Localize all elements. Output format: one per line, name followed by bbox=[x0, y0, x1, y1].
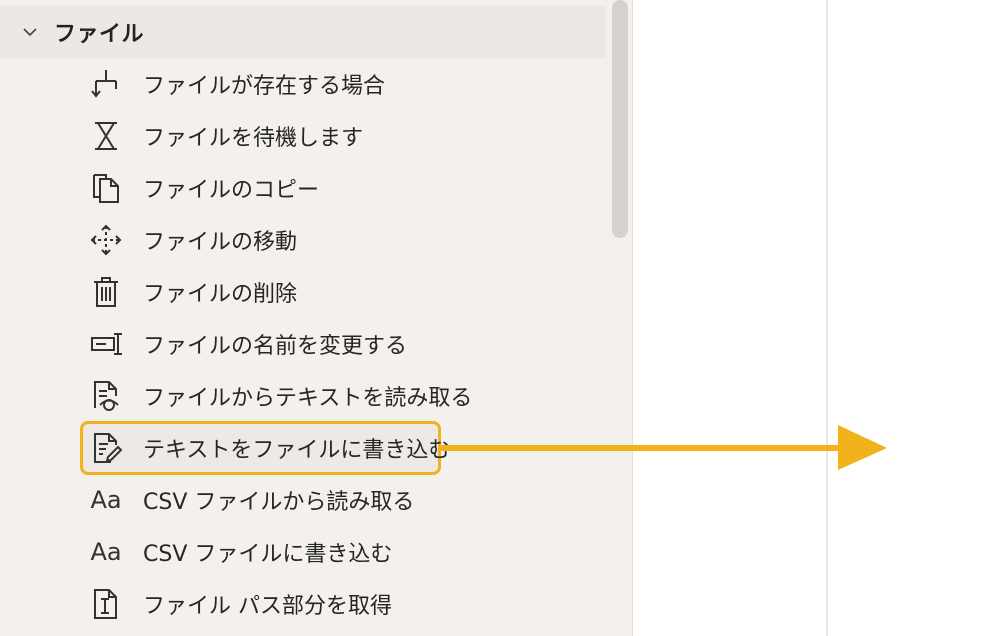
action-label: ファイルが存在する場合 bbox=[143, 74, 386, 99]
actions-panel: ファイル ファイルが存在する場合 ファイルを待機します ファイルのコピー ファイ… bbox=[0, 0, 633, 636]
trash-icon bbox=[86, 272, 126, 312]
copy-icon bbox=[86, 168, 126, 208]
scrollbar-thumb[interactable] bbox=[612, 0, 628, 238]
action-item-rename-file[interactable]: ファイルの名前を変更する bbox=[86, 321, 407, 367]
action-label: CSV ファイルに書き込む bbox=[143, 542, 393, 567]
action-item-read-text[interactable]: ファイルからテキストを読み取る bbox=[86, 373, 472, 419]
action-item-copy-file[interactable]: ファイルのコピー bbox=[86, 165, 319, 211]
action-item-write-csv[interactable]: Aa CSV ファイルに書き込む bbox=[86, 529, 392, 575]
pane-divider bbox=[826, 0, 828, 636]
group-title: ファイル bbox=[54, 22, 145, 47]
action-label: ファイルを待機します bbox=[143, 126, 364, 151]
action-item-wait-file[interactable]: ファイルを待機します bbox=[86, 113, 363, 159]
chevron-down-icon[interactable] bbox=[20, 22, 40, 42]
move-icon bbox=[86, 220, 126, 260]
file-path-icon bbox=[86, 584, 126, 624]
font-aa-icon: Aa bbox=[90, 538, 122, 566]
action-label: ファイル パス部分を取得 bbox=[143, 594, 392, 619]
action-item-get-path[interactable]: ファイル パス部分を取得 bbox=[86, 581, 392, 627]
action-item-file-exists[interactable]: ファイルが存在する場合 bbox=[86, 61, 385, 107]
write-file-icon bbox=[86, 428, 126, 468]
action-item-delete-file[interactable]: ファイルの削除 bbox=[86, 269, 297, 315]
rename-icon bbox=[86, 324, 126, 364]
action-label: ファイルの名前を変更する bbox=[143, 334, 408, 359]
action-label: ファイルの削除 bbox=[143, 282, 298, 307]
action-label: ファイルの移動 bbox=[143, 230, 298, 255]
action-label: テキストをファイルに書き込む bbox=[143, 438, 451, 463]
branch-icon bbox=[86, 64, 126, 104]
action-item-read-csv[interactable]: Aa CSV ファイルから読み取る bbox=[86, 477, 414, 523]
action-item-write-text[interactable]: テキストをファイルに書き込む bbox=[86, 425, 450, 471]
action-label: CSV ファイルから読み取る bbox=[143, 490, 415, 515]
action-label: ファイルからテキストを読み取る bbox=[143, 386, 473, 411]
font-aa-icon: Aa bbox=[90, 486, 122, 514]
read-file-icon bbox=[86, 376, 126, 416]
action-label: ファイルのコピー bbox=[143, 178, 320, 203]
hourglass-icon bbox=[86, 116, 126, 156]
action-item-move-file[interactable]: ファイルの移動 bbox=[86, 217, 297, 263]
group-header-file[interactable]: ファイル bbox=[0, 6, 606, 58]
